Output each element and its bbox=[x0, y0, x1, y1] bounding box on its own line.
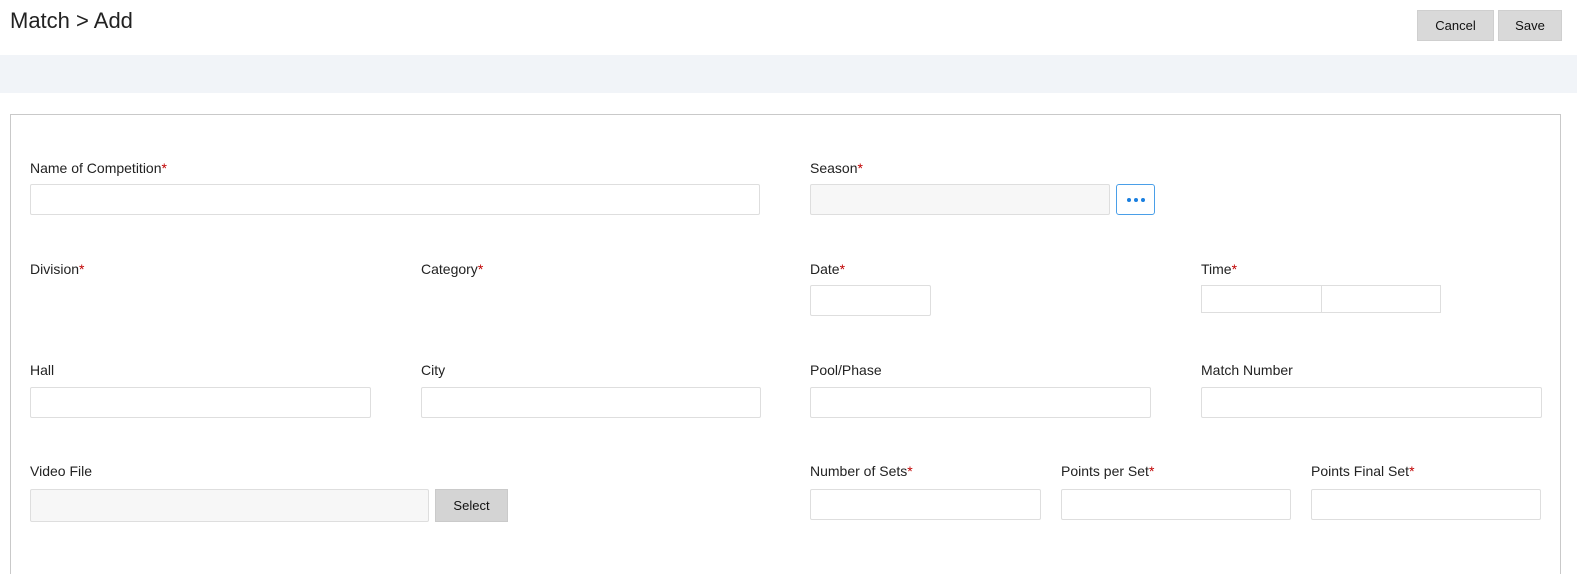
video-file-label: Video File bbox=[30, 463, 93, 479]
city-label: City bbox=[421, 362, 446, 378]
number-of-sets-label: Number of Sets* bbox=[810, 463, 913, 479]
hall-input[interactable] bbox=[30, 387, 371, 418]
season-browse-button[interactable] bbox=[1116, 184, 1155, 215]
time-label: Time* bbox=[1201, 261, 1238, 277]
date-label: Date* bbox=[810, 261, 846, 277]
city-input[interactable] bbox=[421, 387, 761, 418]
hall-label: Hall bbox=[30, 362, 55, 378]
number-of-sets-input[interactable] bbox=[810, 489, 1041, 520]
name-of-competition-input[interactable] bbox=[30, 184, 760, 215]
points-final-set-label: Points Final Set* bbox=[1311, 463, 1415, 479]
page-title: Match > Add bbox=[10, 8, 133, 33]
season-input[interactable] bbox=[810, 184, 1110, 215]
category-label: Category* bbox=[421, 261, 484, 277]
match-number-input[interactable] bbox=[1201, 387, 1542, 418]
pool-phase-input[interactable] bbox=[810, 387, 1151, 418]
time-minutes-input[interactable] bbox=[1321, 285, 1441, 313]
select-video-button[interactable]: Select bbox=[435, 489, 508, 522]
ellipsis-icon bbox=[1126, 197, 1145, 202]
video-file-input[interactable] bbox=[30, 489, 429, 522]
name-of-competition-label: Name of Competition* bbox=[30, 160, 167, 176]
toolbar-band bbox=[0, 55, 1577, 93]
save-button[interactable]: Save bbox=[1498, 10, 1562, 41]
points-final-set-input[interactable] bbox=[1311, 489, 1541, 520]
division-label: Division* bbox=[30, 261, 85, 277]
match-number-label: Match Number bbox=[1201, 362, 1293, 378]
points-per-set-input[interactable] bbox=[1061, 489, 1291, 520]
points-per-set-label: Points per Set* bbox=[1061, 463, 1155, 479]
season-label: Season* bbox=[810, 160, 863, 176]
pool-phase-label: Pool/Phase bbox=[810, 362, 882, 378]
cancel-button[interactable]: Cancel bbox=[1417, 10, 1494, 41]
time-hours-input[interactable] bbox=[1201, 285, 1322, 313]
date-input[interactable] bbox=[810, 285, 931, 316]
